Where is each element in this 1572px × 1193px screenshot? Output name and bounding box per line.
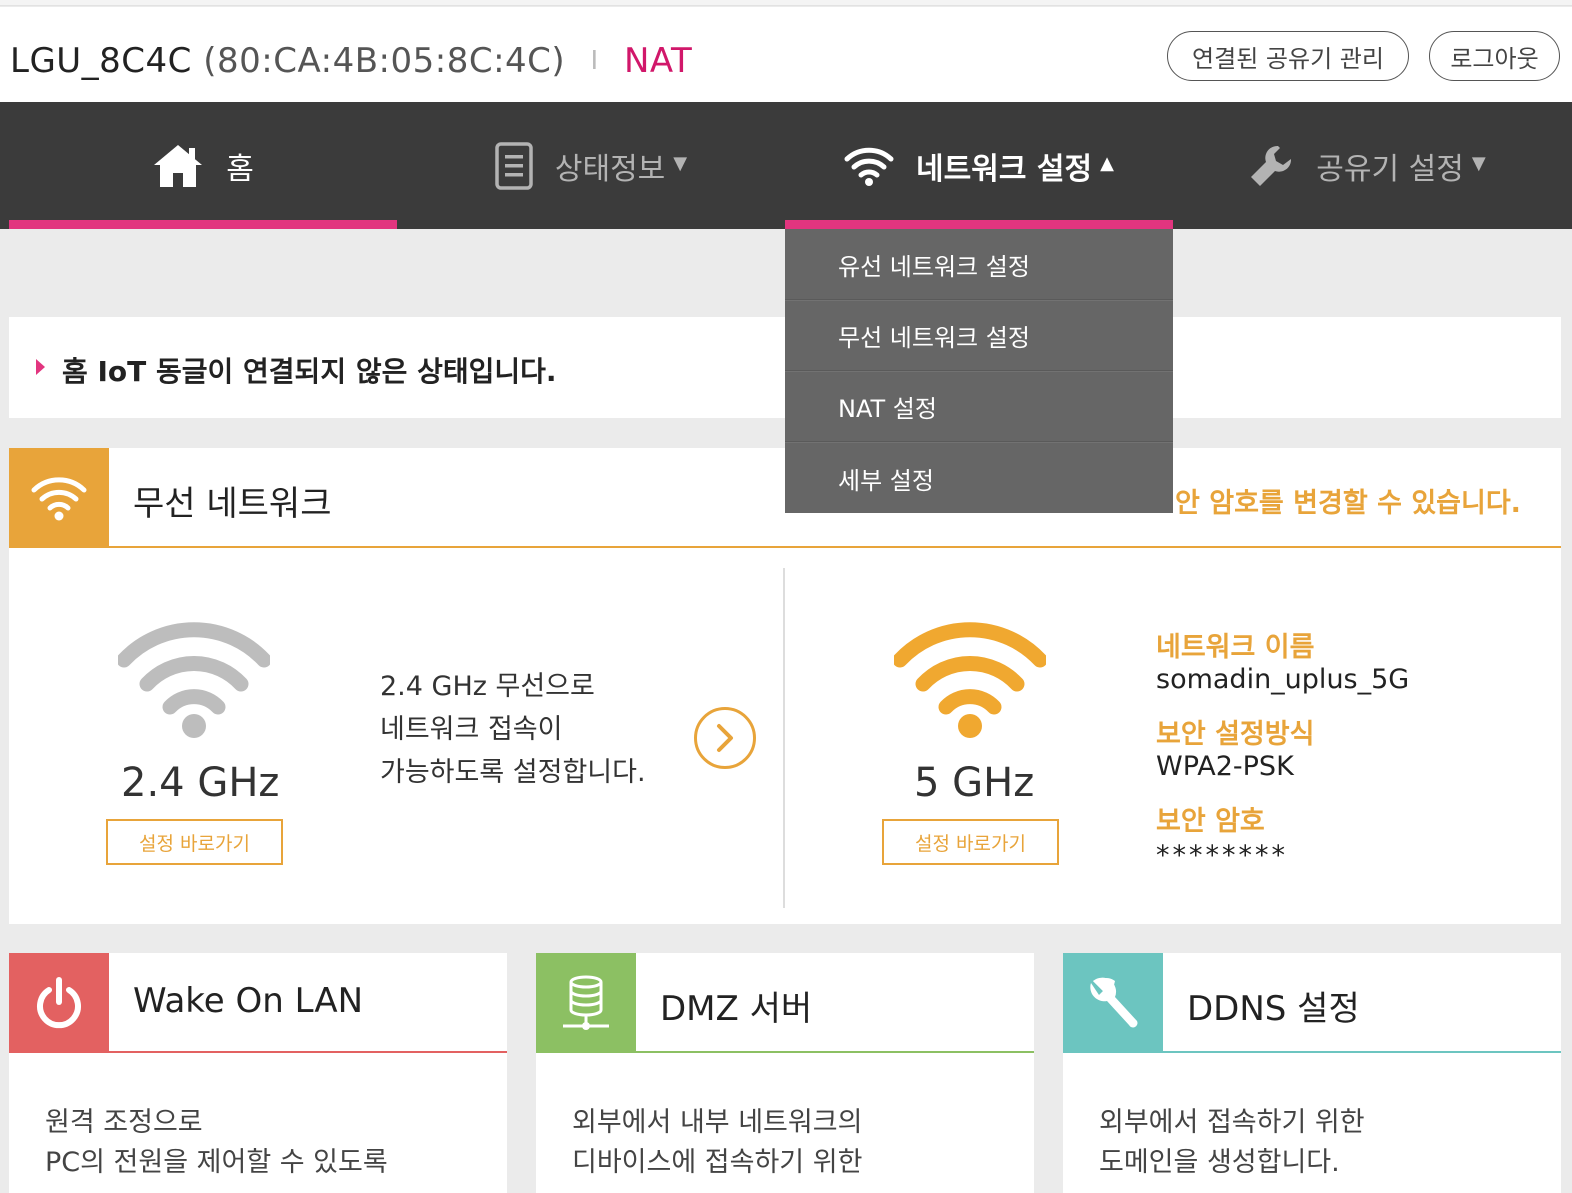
- device-title: LGU_8C4C (80:CA:4B:05:8C:4C) I NAT: [10, 41, 692, 81]
- dmz-server-icon-box: [536, 953, 636, 1053]
- wifi-24ghz-icon: [118, 622, 270, 738]
- dmz-server-header: DMZ 서버: [536, 953, 1034, 1053]
- device-name: LGU_8C4C: [10, 41, 192, 81]
- title-separator: I: [590, 46, 599, 76]
- band-5ghz-label: 5 GHz: [914, 760, 1035, 806]
- wireless-hint-text: 안 암호를 변경할 수 있습니다.: [1175, 488, 1521, 519]
- wake-on-lan-header: Wake On LAN: [9, 953, 507, 1053]
- ddns-header: DDNS 설정: [1063, 953, 1561, 1053]
- device-mac: (80:CA:4B:05:8C:4C): [203, 41, 566, 81]
- ddns-desc-line: 도메인을 생성합니다.: [1099, 1147, 1340, 1178]
- main-nav: 홈 상태정보 ▼ 네트워크 설정 ▲ 공유기 설정 ▼: [0, 102, 1572, 229]
- dmz-server-desc-line: 디바이스에 접속하기 위한: [572, 1147, 863, 1178]
- network-name-label: 네트워크 이름: [1156, 632, 1315, 663]
- band-5ghz-settings-button[interactable]: 설정 바로가기: [882, 819, 1059, 865]
- wake-on-lan-desc-line: 원격 조정으로: [45, 1107, 203, 1138]
- chevron-down-icon: ▼: [1471, 153, 1486, 174]
- menu-item-advanced[interactable]: 세부 설정: [785, 442, 1173, 513]
- chevron-right-icon: [717, 724, 733, 752]
- power-icon: [37, 977, 81, 1029]
- next-arrow-button[interactable]: [694, 707, 756, 769]
- wifi-icon: [844, 147, 894, 186]
- wifi-icon: [31, 477, 87, 521]
- wake-on-lan-desc-line: PC의 전원을 제어할 수 있도록: [45, 1147, 388, 1178]
- ddns-rule: [1163, 1051, 1561, 1053]
- nav-router-settings-label: 공유기 설정: [1316, 151, 1464, 187]
- chevron-up-icon: ▲: [1100, 153, 1114, 174]
- iot-notice-text: 홈 IoT 동글이 연결되지 않은 상태입니다.: [62, 355, 557, 388]
- band-24ghz-desc-line: 네트워크 접속이: [380, 714, 563, 745]
- wireless-panel-title: 무선 네트워크: [133, 484, 332, 524]
- nav-status[interactable]: 상태정보 ▼: [397, 102, 785, 229]
- security-method-label: 보안 설정방식: [1156, 719, 1315, 750]
- wake-on-lan-description: 원격 조정으로 PC의 전원을 제어할 수 있도록: [45, 1103, 388, 1183]
- wifi-5ghz-icon: [894, 622, 1046, 738]
- menu-item-nat[interactable]: NAT 설정: [785, 371, 1173, 442]
- wireless-panel-icon-box: [9, 448, 109, 548]
- wake-on-lan-card[interactable]: Wake On LAN 원격 조정으로 PC의 전원을 제어할 수 있도록: [9, 953, 507, 1193]
- band-24ghz-desc-line: 2.4 GHz 무선으로: [380, 671, 595, 702]
- nav-router-settings[interactable]: 공유기 설정 ▼: [1173, 102, 1561, 229]
- nav-home-underline: [9, 220, 397, 229]
- server-icon: [563, 975, 609, 1030]
- nav-home[interactable]: 홈: [9, 102, 397, 229]
- chevron-down-icon: ▼: [673, 153, 688, 174]
- ddns-desc-line: 외부에서 접속하기 위한: [1099, 1107, 1365, 1138]
- security-password-label: 보안 암호: [1156, 806, 1265, 837]
- dmz-server-desc-line: 외부에서 내부 네트워크의: [572, 1107, 863, 1138]
- wake-on-lan-icon-box: [9, 953, 109, 1053]
- security-password-value: ********: [1156, 840, 1288, 871]
- home-icon: [154, 144, 203, 187]
- ddns-card[interactable]: DDNS 설정 외부에서 접속하기 위한 도메인을 생성합니다.: [1063, 953, 1561, 1193]
- nav-network-underline: [785, 220, 1173, 229]
- band-divider: [783, 568, 785, 908]
- security-method-value: WPA2-PSK: [1156, 751, 1294, 782]
- band-24ghz-description: 2.4 GHz 무선으로 네트워크 접속이 가능하도록 설정합니다.: [380, 665, 646, 794]
- band-24ghz-label: 2.4 GHz: [121, 760, 280, 806]
- wrench-icon: [1090, 977, 1138, 1028]
- menu-item-wired-network[interactable]: 유선 네트워크 설정: [785, 229, 1173, 300]
- dmz-server-description: 외부에서 내부 네트워크의 디바이스에 접속하기 위한: [572, 1103, 862, 1183]
- nav-network-settings[interactable]: 네트워크 설정 ▲: [785, 102, 1173, 229]
- band-24ghz-desc-line: 가능하도록 설정합니다.: [380, 757, 646, 788]
- nav-network-settings-label: 네트워크 설정: [916, 151, 1093, 187]
- wake-on-lan-rule: [109, 1051, 507, 1053]
- manage-routers-button[interactable]: 연결된 공유기 관리: [1167, 31, 1409, 81]
- ddns-title: DDNS 설정: [1187, 989, 1360, 1029]
- mode-label: NAT: [623, 41, 693, 81]
- document-icon: [495, 141, 533, 190]
- band-24ghz-settings-button[interactable]: 설정 바로가기: [106, 819, 283, 865]
- header: LGU_8C4C (80:CA:4B:05:8C:4C) I NAT 연결된 공…: [0, 7, 1572, 102]
- dmz-server-card[interactable]: DMZ 서버 외부에서 내부 네트워크의 디바이스에 접속하기 위한: [536, 953, 1034, 1193]
- dmz-server-title: DMZ 서버: [660, 989, 813, 1029]
- top-border: [0, 0, 1572, 6]
- logout-button[interactable]: 로그아웃: [1429, 31, 1560, 81]
- nav-status-label: 상태정보: [554, 151, 666, 187]
- wireless-panel-rule: [109, 546, 1561, 548]
- network-settings-dropdown: 유선 네트워크 설정 무선 네트워크 설정 NAT 설정 세부 설정: [785, 229, 1173, 513]
- wrench-icon: [1251, 145, 1292, 186]
- nav-home-label: 홈: [226, 151, 254, 187]
- network-name-value: somadin_uplus_5G: [1156, 664, 1410, 695]
- triangle-right-icon: [36, 359, 45, 375]
- menu-item-wireless-network[interactable]: 무선 네트워크 설정: [785, 300, 1173, 371]
- dmz-server-rule: [636, 1051, 1034, 1053]
- wake-on-lan-title: Wake On LAN: [133, 981, 364, 1021]
- ddns-icon-box: [1063, 953, 1163, 1053]
- ddns-description: 외부에서 접속하기 위한 도메인을 생성합니다.: [1099, 1103, 1365, 1183]
